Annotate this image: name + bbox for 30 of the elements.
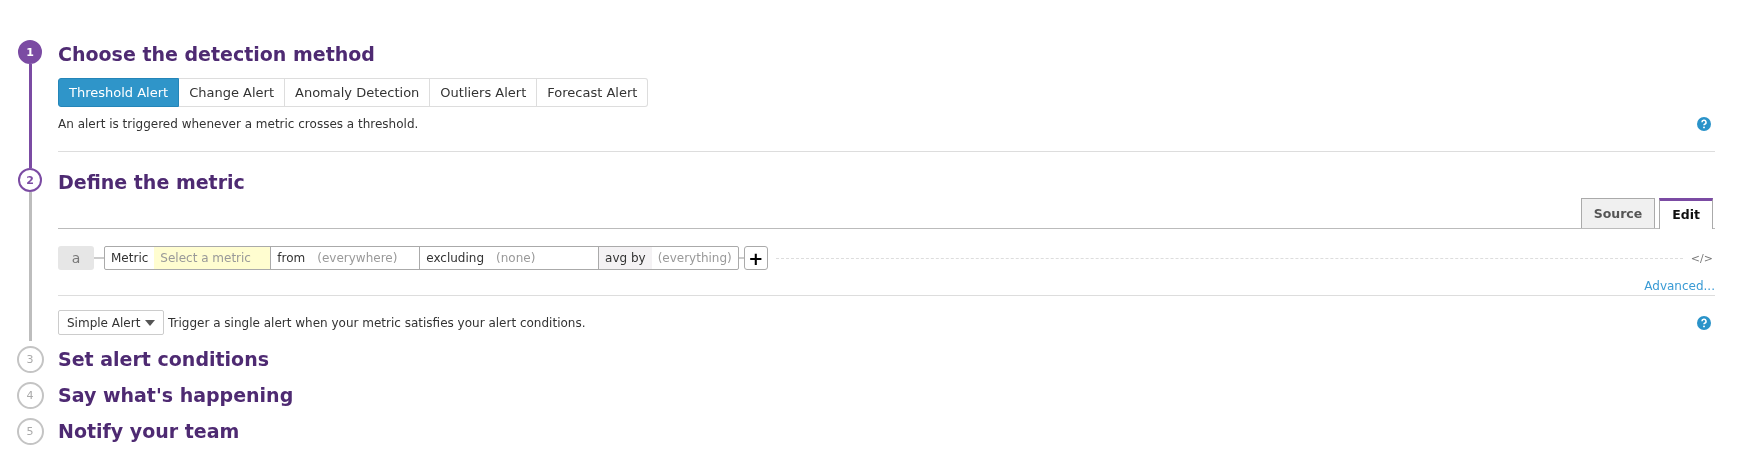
from-label: from xyxy=(276,250,307,267)
method-tab[interactable]: Anomaly Detection xyxy=(285,78,431,107)
query-letter: a xyxy=(58,246,94,270)
metric-label: Metric xyxy=(110,250,150,267)
method-tab[interactable]: Outliers Alert xyxy=(430,78,538,107)
step-title: Choose the detection method xyxy=(58,42,376,67)
step-number: 1 xyxy=(18,40,42,64)
method-tab[interactable]: Forecast Alert xyxy=(537,78,649,107)
help-icon[interactable] xyxy=(1697,117,1711,131)
excluding-label: excluding xyxy=(425,250,486,267)
caret-icon xyxy=(145,319,155,326)
method-description: An alert is triggered whenever a metric crosses a threshold. xyxy=(58,117,419,131)
alert-type-description: Trigger a single alert when your metric satisfies your alert conditions. xyxy=(168,315,587,330)
avg-by-label: avg by xyxy=(599,247,652,269)
step-title: Set alert conditions xyxy=(58,347,270,372)
step-title: Say what's happening xyxy=(58,383,295,408)
alert-type-dropdown[interactable]: Simple Alert xyxy=(58,310,164,335)
editor-tab[interactable]: Source xyxy=(1580,198,1656,228)
step-number: 4 xyxy=(16,381,44,409)
step-title: Define the metric xyxy=(58,170,246,195)
editor-tab[interactable]: Edit xyxy=(1659,198,1713,229)
step-number: 5 xyxy=(16,417,44,445)
help-icon[interactable] xyxy=(1697,315,1711,330)
step-title: Notify your team xyxy=(58,419,241,444)
step-number: 3 xyxy=(16,345,44,373)
step-number: 2 xyxy=(18,168,42,192)
add-button[interactable]: + xyxy=(743,246,768,270)
code-toggle[interactable]: </> xyxy=(1690,251,1713,265)
method-tab[interactable]: Threshold Alert xyxy=(58,78,180,107)
method-tab[interactable]: Change Alert xyxy=(179,78,285,107)
